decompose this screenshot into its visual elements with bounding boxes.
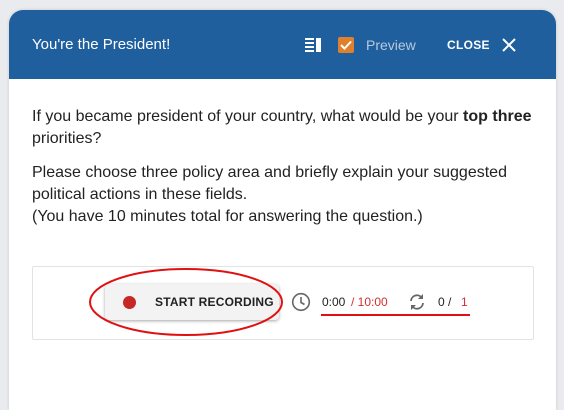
start-recording-label: START RECORDING <box>155 295 274 309</box>
attempts-used: 0 / <box>438 295 452 309</box>
question-emphasis: top three <box>463 108 532 125</box>
time-elapsed: 0:00 <box>322 295 346 309</box>
question-prefix: If you became president of your country,… <box>32 108 464 125</box>
clock-icon <box>291 292 311 312</box>
repeat-icon <box>410 294 424 310</box>
question-text: If you became president of your country,… <box>32 106 542 150</box>
start-recording-button[interactable]: START RECORDING <box>105 284 279 320</box>
preview-label[interactable]: Preview <box>366 37 416 53</box>
preview-checkbox[interactable] <box>338 37 354 53</box>
checkmark-icon <box>340 40 352 50</box>
close-button[interactable]: CLOSE <box>447 38 490 52</box>
list-view-icon[interactable] <box>305 38 321 52</box>
dialog: You're the President! Preview CLOSE If y… <box>9 10 556 410</box>
dialog-title: You're the President! <box>32 36 171 53</box>
attempts-max: 1 <box>461 295 468 309</box>
dialog-header: You're the President! Preview CLOSE <box>9 10 556 79</box>
recorder-panel: START RECORDING 0:00 / 10:00 0 / 1 <box>32 266 534 340</box>
instructions-text: Please choose three policy area and brie… <box>32 164 507 203</box>
question-suffix: priorities? <box>32 130 102 147</box>
question-content: If you became president of your country,… <box>32 106 542 228</box>
record-dot-icon <box>123 296 136 309</box>
close-icon[interactable] <box>501 37 517 53</box>
time-limit: / 10:00 <box>351 295 388 309</box>
time-note: (You have 10 minutes total for answering… <box>32 208 423 225</box>
